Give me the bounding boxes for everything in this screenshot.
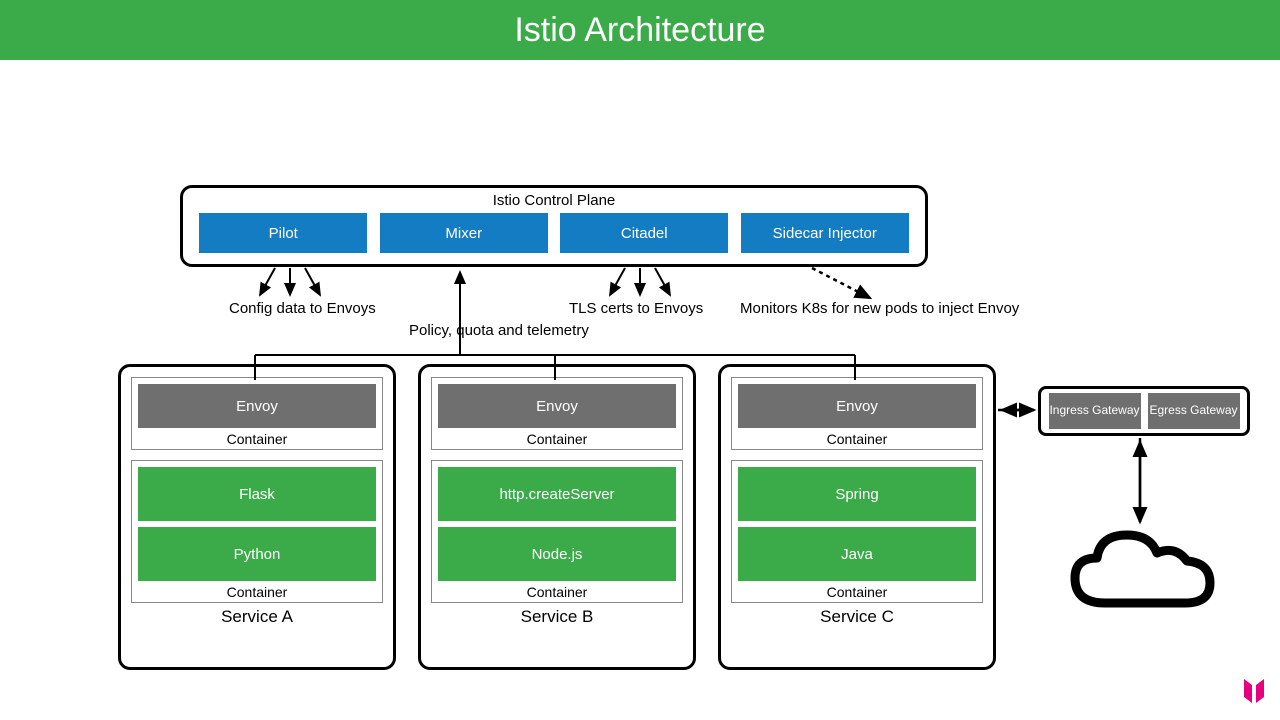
service-b-box: Envoy Container http.createServer Node.j… — [418, 364, 696, 670]
pilot-box: Pilot — [199, 213, 367, 253]
container-label: Container — [438, 431, 676, 447]
header-bar: Istio Architecture — [0, 0, 1280, 60]
service-a-app-container: Flask Python Container — [131, 460, 383, 603]
service-c-label: Service C — [721, 607, 993, 627]
service-c-box: Envoy Container Spring Java Container Se… — [718, 364, 996, 670]
service-b-envoy-container: Envoy Container — [431, 377, 683, 450]
gateway-box: Ingress Gateway Egress Gateway — [1038, 386, 1250, 436]
service-a-envoy-container: Envoy Container — [131, 377, 383, 450]
service-b-app-container: http.createServer Node.js Container — [431, 460, 683, 603]
service-b-label: Service B — [421, 607, 693, 627]
citadel-box: Citadel — [560, 213, 728, 253]
container-label: Container — [738, 431, 976, 447]
service-a-lang: Python — [138, 527, 376, 581]
container-label: Container — [738, 584, 976, 600]
diagram-canvas: Istio Control Plane Pilot Mixer Citadel … — [0, 60, 1280, 720]
service-a-envoy: Envoy — [138, 384, 376, 428]
service-c-envoy-container: Envoy Container — [731, 377, 983, 450]
control-plane-label: Istio Control Plane — [183, 192, 925, 209]
service-a-label: Service A — [121, 607, 393, 627]
container-label: Container — [138, 431, 376, 447]
ingress-gateway: Ingress Gateway — [1049, 393, 1141, 429]
egress-gateway: Egress Gateway — [1148, 393, 1240, 429]
service-c-framework: Spring — [738, 467, 976, 521]
service-a-box: Envoy Container Flask Python Container S… — [118, 364, 396, 670]
control-plane-box: Istio Control Plane Pilot Mixer Citadel … — [180, 185, 928, 267]
container-label: Container — [438, 584, 676, 600]
service-b-lang: Node.js — [438, 527, 676, 581]
sidecar-annotation: Monitors K8s for new pods to inject Envo… — [740, 300, 1019, 317]
brand-logo-icon — [1236, 673, 1272, 714]
service-c-app-container: Spring Java Container — [731, 460, 983, 603]
service-c-envoy: Envoy — [738, 384, 976, 428]
service-a-framework: Flask — [138, 467, 376, 521]
mixer-box: Mixer — [380, 213, 548, 253]
service-b-framework: http.createServer — [438, 467, 676, 521]
cloud-icon — [1065, 523, 1215, 628]
citadel-annotation: TLS certs to Envoys — [569, 300, 703, 317]
service-b-envoy: Envoy — [438, 384, 676, 428]
pilot-annotation: Config data to Envoys — [229, 300, 376, 317]
service-c-lang: Java — [738, 527, 976, 581]
mixer-annotation: Policy, quota and telemetry — [409, 322, 589, 339]
sidecar-injector-box: Sidecar Injector — [741, 213, 909, 253]
page-title: Istio Architecture — [514, 11, 765, 50]
container-label: Container — [138, 584, 376, 600]
